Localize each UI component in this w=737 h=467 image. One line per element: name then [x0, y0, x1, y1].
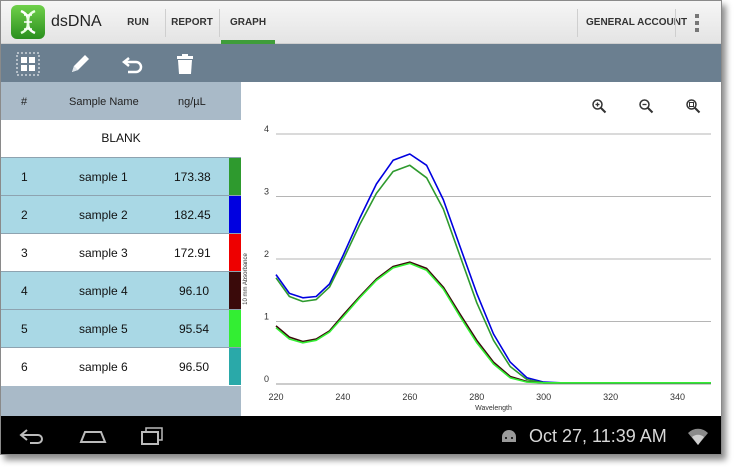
row-index: 1 [21, 170, 28, 184]
divider [675, 9, 676, 37]
app-title: dsDNA [51, 13, 102, 30]
row-sample-name: sample 1 [79, 170, 128, 184]
row-concentration: 96.10 [179, 284, 210, 298]
tab-graph[interactable]: GRAPH [221, 1, 275, 44]
x-tick-label: 260 [402, 392, 417, 402]
row-sample-name: sample 3 [79, 246, 128, 260]
table-footer [1, 386, 241, 416]
y-tick-label: 3 [264, 187, 269, 197]
x-tick-label: 280 [469, 392, 484, 402]
table-row[interactable]: 4 sample 4 96.10 [1, 271, 241, 309]
row-index: 6 [21, 360, 28, 374]
y-tick-label: 1 [264, 312, 269, 322]
overflow-menu-icon[interactable] [691, 12, 703, 34]
series-line-1 [275, 153, 711, 384]
row-concentration: 95.54 [179, 322, 210, 336]
android-icon [499, 426, 519, 446]
action-toolbar [1, 44, 721, 82]
divider [577, 9, 578, 37]
series-color-swatch [229, 310, 241, 347]
row-sample-name: sample 2 [79, 208, 128, 222]
y-axis-label: 10 mm Absorbance [243, 252, 249, 304]
y-tick-label: 2 [264, 249, 269, 259]
row-concentration: 96.50 [179, 360, 210, 374]
row-index: 5 [21, 322, 28, 336]
table-row[interactable]: 5 sample 5 95.54 [1, 309, 241, 347]
table-row[interactable]: 3 sample 3 172.91 [1, 233, 241, 271]
app-window: dsDNA RUN REPORT GRAPH GENERAL ACCOUNT #… [0, 0, 722, 455]
back-icon[interactable] [18, 424, 48, 448]
y-tick-label: 0 [264, 374, 269, 384]
undo-icon[interactable] [121, 52, 145, 76]
recent-apps-icon[interactable] [138, 424, 168, 448]
x-axis-label: Wavelength [475, 405, 512, 412]
row-index: 4 [21, 284, 28, 298]
x-tick-label: 300 [536, 392, 551, 402]
table-row[interactable]: 6 sample 6 96.50 [1, 347, 241, 385]
row-concentration: 182.45 [174, 208, 211, 222]
table-row[interactable]: 2 sample 2 182.45 [1, 195, 241, 233]
home-icon[interactable] [78, 424, 108, 448]
series-color-swatch [229, 158, 241, 195]
row-sample-name: sample 6 [79, 360, 128, 374]
x-tick-label: 240 [335, 392, 350, 402]
series-color-swatch [229, 196, 241, 233]
absorbance-chart: 0 1 2 3 4 220 240 260 280 300 320 340 Wavelength 10 m… [243, 124, 711, 412]
row-index: 2 [21, 208, 28, 222]
header-index: # [21, 96, 28, 108]
top-bar: dsDNA RUN REPORT GRAPH GENERAL ACCOUNT [1, 1, 721, 44]
table-header: # Sample Name ng/µL [1, 82, 241, 120]
wifi-icon [687, 426, 709, 446]
trash-icon[interactable] [173, 52, 197, 76]
series-color-swatch [229, 272, 241, 309]
row-index: 3 [21, 246, 28, 260]
system-navigation-bar: Oct 27, 11:39 AM [1, 416, 721, 454]
series-color-swatch [229, 234, 241, 271]
x-tick-label: 220 [268, 392, 283, 402]
series-line-4 [275, 262, 711, 384]
x-tick-label: 340 [670, 392, 685, 402]
pencil-icon[interactable] [68, 52, 92, 76]
header-concentration: ng/µL [178, 96, 206, 108]
row-sample-name: sample 4 [79, 284, 128, 298]
account-button[interactable]: GENERAL ACCOUNT [586, 1, 687, 44]
row-concentration: 173.38 [174, 170, 211, 184]
x-tick-label: 320 [603, 392, 618, 402]
blank-row[interactable]: BLANK [1, 120, 241, 157]
table-row[interactable]: 1 sample 1 173.38 [1, 157, 241, 195]
tab-run[interactable]: RUN [111, 1, 165, 44]
row-concentration: 172.91 [174, 246, 211, 260]
absorbance-graph-panel: 0 1 2 3 4 220 240 260 280 300 320 340 Wavelength 10 m… [241, 82, 721, 416]
series-line-2 [275, 164, 711, 384]
status-clock: Oct 27, 11:39 AM [529, 426, 667, 446]
grid-select-icon[interactable] [16, 52, 40, 76]
row-sample-name: sample 5 [79, 322, 128, 336]
series-color-swatch [229, 348, 241, 385]
divider [219, 9, 220, 37]
y-tick-label: 4 [264, 124, 269, 134]
header-sample-name: Sample Name [69, 96, 139, 108]
dna-logo-icon [11, 5, 45, 39]
tab-report[interactable]: REPORT [165, 1, 219, 44]
